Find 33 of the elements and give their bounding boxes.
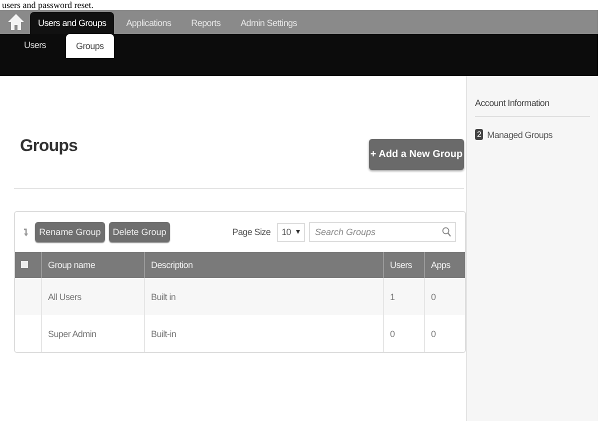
table-cell: All Users (42, 278, 144, 315)
table-cell: 0 (384, 315, 424, 352)
search-icon[interactable] (442, 227, 451, 237)
caption-text: users and password reset. (2, 0, 94, 10)
column-header[interactable]: Users (384, 252, 424, 278)
add-group-button[interactable]: + Add a New Group (369, 139, 464, 170)
nav-tab[interactable]: Reports (183, 12, 229, 34)
table-cell: 0 (424, 315, 465, 352)
search-field[interactable]: Search Groups (309, 222, 456, 242)
table-cell: 0 (424, 278, 465, 315)
sort-icon[interactable] (24, 226, 28, 238)
column-header[interactable]: Apps (424, 252, 465, 278)
nav-tab[interactable]: Users and Groups (30, 12, 114, 34)
nav-tab[interactable]: Admin Settings (232, 12, 305, 34)
nav-tab[interactable]: Applications (118, 12, 180, 34)
page-size-label: Page Size (232, 227, 271, 237)
sidebar-title: Account Information (475, 98, 590, 117)
table-cell: Super Admin (42, 315, 144, 352)
sub-tab[interactable]: Groups (66, 34, 114, 58)
page-size-select[interactable]: 10 (276, 222, 305, 242)
sub-tab[interactable]: Users (14, 34, 56, 56)
toolbar-button[interactable]: Rename Group (35, 222, 105, 242)
count-badge: 2 (475, 129, 484, 140)
table-cell: 1 (384, 278, 424, 315)
checkbox-icon[interactable] (21, 261, 28, 268)
table-cell: Built-in (144, 315, 384, 352)
home-icon[interactable] (6, 12, 26, 32)
sidebar-link[interactable]: Managed Groups (487, 130, 552, 140)
column-header[interactable]: Description (144, 252, 384, 278)
column-header[interactable]: Group name (42, 252, 144, 278)
table-cell: Built in (144, 278, 384, 315)
page-title: Groups (20, 136, 78, 156)
toolbar-button[interactable]: Delete Group (108, 222, 170, 242)
